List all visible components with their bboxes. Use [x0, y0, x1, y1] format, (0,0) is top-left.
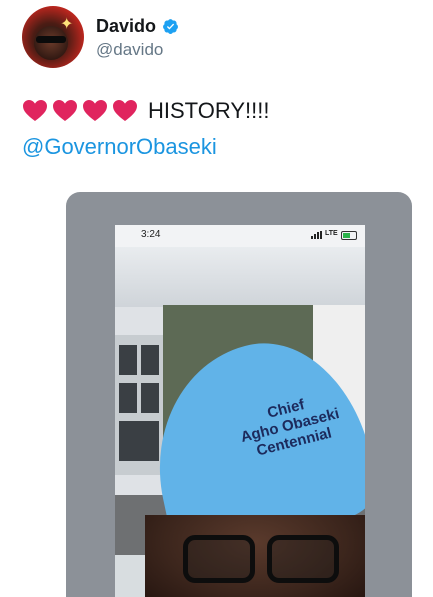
author-handle[interactable]: @davido	[96, 40, 163, 60]
window	[115, 335, 163, 475]
verified-badge-icon	[163, 19, 178, 34]
avatar-glasses	[36, 36, 66, 43]
heart-icon	[113, 100, 137, 121]
sparkle-icon: ✦	[60, 16, 74, 33]
mention-link[interactable]: @GovernorObaseki	[22, 134, 217, 160]
heart-icon	[23, 100, 47, 121]
heart-icon	[53, 100, 77, 121]
tweet-text-content: HISTORY!!!!	[148, 98, 270, 123]
phone-status-bar: 3:24 LTE	[115, 225, 365, 247]
spectacles	[175, 535, 345, 583]
tweet-media-video[interactable]: Chief Agho Obaseki Centennial 3:24 LTE	[66, 192, 412, 597]
ceiling	[115, 247, 365, 307]
author-name-row[interactable]: Davido	[96, 16, 179, 37]
tweet-header: ✦ Davido @davido	[22, 6, 422, 76]
heart-emojis	[22, 99, 142, 123]
avatar[interactable]: ✦	[22, 6, 84, 68]
signal-icon	[311, 231, 323, 239]
video-frame: Chief Agho Obaseki Centennial 3:24 LTE	[115, 225, 365, 597]
network-label: LTE	[325, 230, 338, 237]
heart-icon	[83, 100, 107, 121]
battery-icon	[341, 231, 357, 240]
author-name[interactable]: Davido	[96, 16, 156, 37]
tweet-text: HISTORY!!!!	[22, 98, 269, 124]
phone-time: 3:24	[141, 229, 161, 240]
